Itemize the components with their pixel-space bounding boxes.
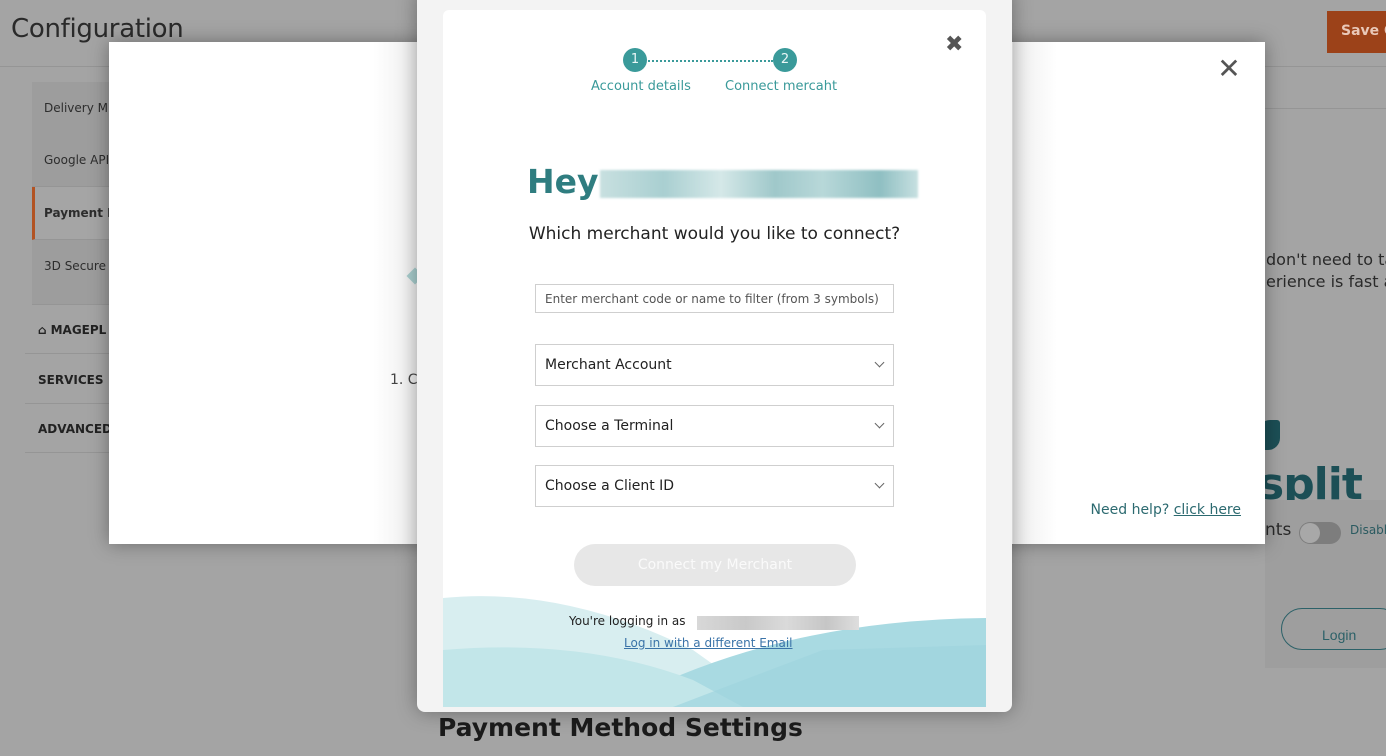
- save-config-button[interactable]: Save C: [1327, 11, 1386, 53]
- different-email-link[interactable]: Log in with a different Email: [624, 636, 793, 650]
- sidebar-group-label: MAGEPL: [50, 323, 107, 337]
- greeting: Hey: [527, 162, 599, 201]
- step-2-label: Connect mercaht: [725, 79, 838, 94]
- connect-merchant-button[interactable]: Connect my Merchant: [574, 544, 856, 586]
- toggle-state-text: Disabl: [1350, 523, 1386, 537]
- redacted-username: [600, 170, 918, 198]
- redacted-email: [697, 616, 859, 630]
- chevron-down-icon: [874, 357, 885, 368]
- connect-merchant-modal: ✖ 1 2 Account details Connect mercaht He…: [443, 10, 986, 707]
- merchant-account-select[interactable]: Merchant Account: [535, 344, 894, 386]
- help-link[interactable]: click here: [1174, 502, 1241, 518]
- stepper: 1 2 Account details Connect mercaht: [591, 48, 851, 98]
- step-2-circle: 2: [773, 48, 797, 72]
- login-button[interactable]: Login: [1281, 608, 1386, 650]
- description-line-2: erience is fast a: [1266, 272, 1386, 291]
- logging-in-as-text: You're logging in as: [569, 614, 686, 628]
- step-1-circle: 1: [623, 48, 647, 72]
- page-title: Configuration: [11, 14, 184, 44]
- enable-toggle[interactable]: [1299, 522, 1341, 544]
- toggle-label: nts: [1265, 520, 1292, 540]
- chevron-down-icon: [874, 418, 885, 429]
- merchant-question: Which merchant would you like to connect…: [528, 224, 901, 244]
- step-text: 1. C: [390, 372, 418, 388]
- close-icon[interactable]: ✖: [945, 32, 963, 57]
- step-1-label: Account details: [591, 79, 691, 94]
- terminal-select[interactable]: Choose a Terminal: [535, 405, 894, 447]
- split-logo: split: [1258, 408, 1386, 510]
- section-title: Payment Method Settings: [438, 713, 803, 742]
- help-text: Need help? click here: [1090, 502, 1241, 518]
- client-id-select[interactable]: Choose a Client ID: [535, 465, 894, 507]
- modal-shadow-right: [1013, 42, 1057, 544]
- step-connector: [633, 60, 773, 62]
- merchant-filter-input[interactable]: [535, 284, 894, 313]
- divider: [1265, 108, 1386, 109]
- chevron-down-icon: [874, 478, 885, 489]
- close-icon[interactable]: ✕: [1217, 55, 1241, 83]
- modal-shadow-left: [373, 42, 417, 544]
- description-line-1: don't need to ta: [1266, 250, 1386, 269]
- mageplaza-logo-icon: ⌂: [38, 323, 47, 337]
